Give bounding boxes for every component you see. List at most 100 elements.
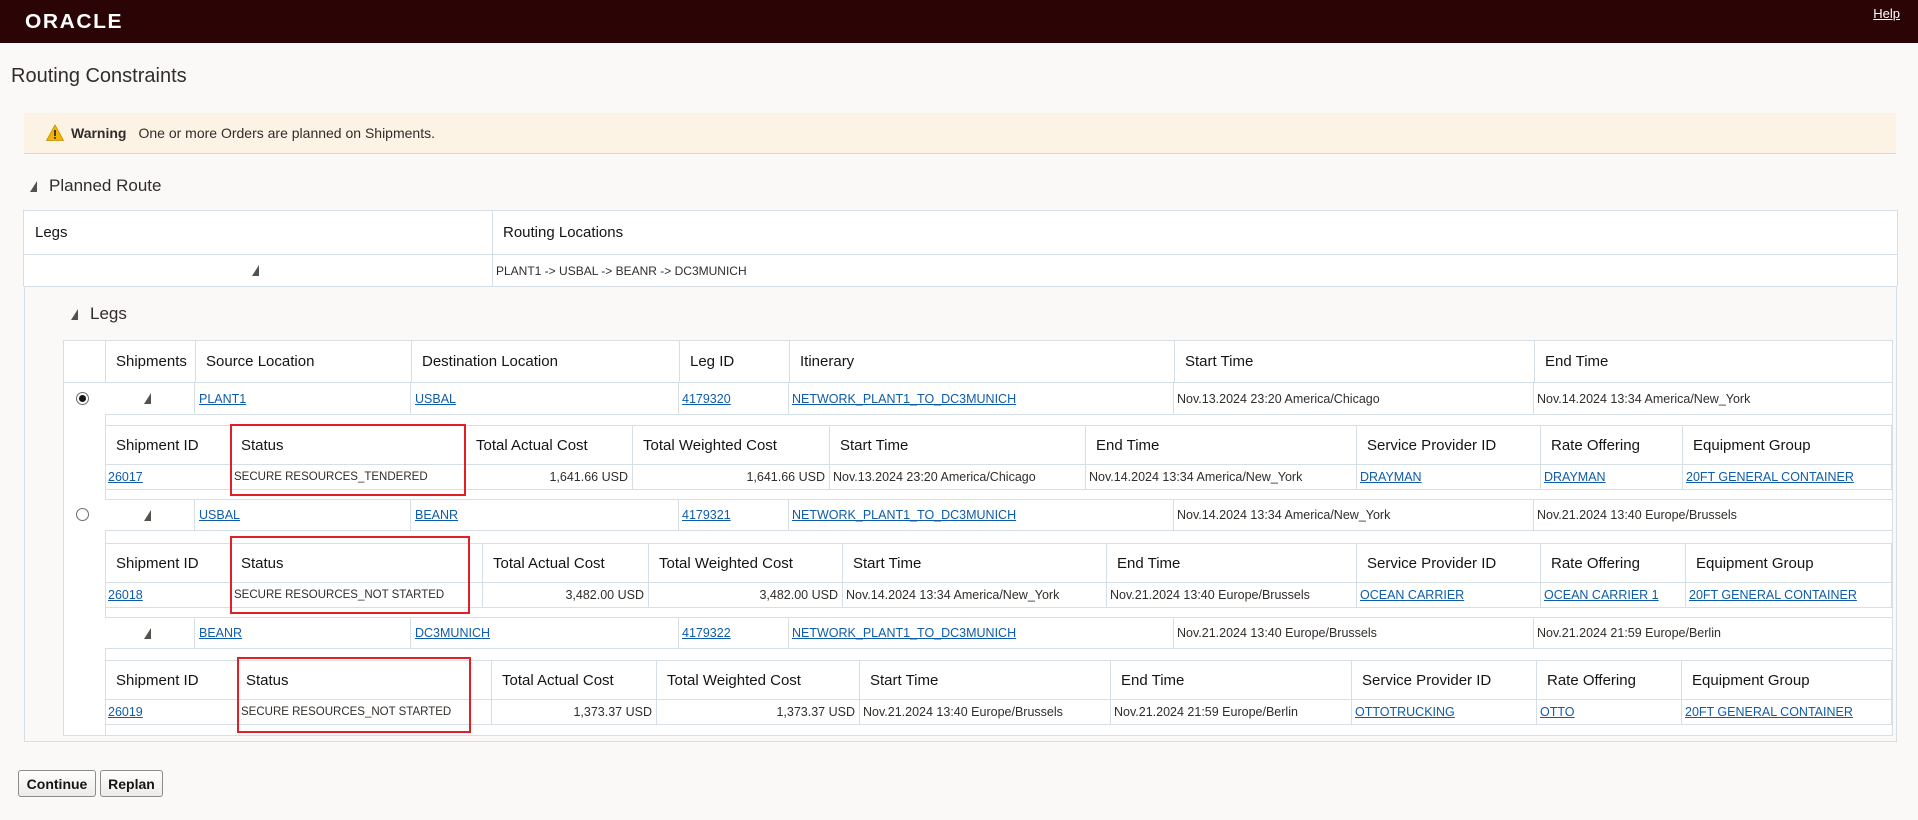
warning-label: Warning (71, 125, 127, 141)
leg-expand-icon[interactable] (144, 393, 151, 404)
warning-icon (46, 124, 64, 141)
shipment-table-header: Shipment ID Status Total Actual Cost Tot… (105, 425, 1892, 465)
col-service-provider-id: Service Provider ID (1357, 426, 1541, 464)
col-shipment-id: Shipment ID (106, 544, 231, 582)
app-header: ORACLE Help (0, 0, 1918, 43)
total-weighted-cost: 3,482.00 USD (649, 583, 843, 607)
warning-banner: Warning One or more Orders are planned o… (24, 113, 1896, 154)
itinerary-link[interactable]: NETWORK_PLANT1_TO_DC3MUNICH (792, 508, 1016, 522)
legs-toggle-icon[interactable] (71, 309, 78, 320)
leg-expand-icon[interactable] (144, 510, 151, 521)
col-leg-id: Leg ID (680, 341, 790, 382)
page-title: Routing Constraints (11, 65, 187, 87)
shipment-status: SECURE RESOURCES_NOT STARTED (231, 583, 483, 607)
routing-locations-value: PLANT1 -> USBAL -> BEANR -> DC3MUNICH (496, 264, 747, 278)
shipment-status: SECURE RESOURCES_NOT STARTED (238, 700, 492, 724)
col-rate-offering: Rate Offering (1541, 426, 1683, 464)
leg-end-time: Nov.21.2024 21:59 Europe/Berlin (1537, 626, 1721, 640)
itinerary-link[interactable]: NETWORK_PLANT1_TO_DC3MUNICH (792, 626, 1016, 640)
col-end-time: End Time (1545, 353, 1609, 370)
col-status: Status (231, 544, 483, 582)
col-service-provider-id: Service Provider ID (1357, 544, 1541, 582)
shipment-status: SECURE RESOURCES_TENDERED (231, 465, 466, 489)
planned-route-toggle-icon[interactable] (30, 181, 37, 192)
shipment-table-header: Shipment ID Status Total Actual Cost Tot… (105, 543, 1892, 583)
rate-offering-link[interactable]: OCEAN CARRIER 1 (1544, 588, 1659, 602)
shipment-id-link[interactable]: 26019 (108, 705, 143, 719)
col-start-time: Start Time (1175, 341, 1535, 382)
source-location-link[interactable]: USBAL (199, 508, 240, 522)
route-row-expand-icon[interactable] (252, 265, 259, 276)
shipment-table-header: Shipment ID Status Total Actual Cost Tot… (105, 660, 1892, 700)
total-actual-cost: 1,641.66 USD (466, 465, 633, 489)
leg-row[interactable]: USBAL BEANR 4179321 NETWORK_PLANT1_TO_DC… (105, 499, 1893, 531)
shipment-row: 26017 SECURE RESOURCES_TENDERED 1,641.66… (105, 465, 1892, 490)
col-equipment-group: Equipment Group (1696, 554, 1814, 572)
col-source-location: Source Location (196, 341, 412, 382)
route-row: PLANT1 -> USBAL -> BEANR -> DC3MUNICH (24, 254, 1897, 287)
col-total-weighted-cost: Total Weighted Cost (649, 544, 843, 582)
col-total-actual-cost: Total Actual Cost (483, 544, 649, 582)
source-location-link[interactable]: BEANR (199, 626, 242, 640)
leg-start-time: Nov.21.2024 13:40 Europe/Brussels (1174, 618, 1534, 648)
service-provider-link[interactable]: DRAYMAN (1360, 470, 1422, 484)
destination-location-link[interactable]: BEANR (415, 508, 458, 522)
total-weighted-cost: 1,641.66 USD (633, 465, 830, 489)
col-rate-offering: Rate Offering (1537, 661, 1682, 699)
col-end-time: End Time (1107, 544, 1357, 582)
col-start-time: Start Time (830, 426, 1086, 464)
col-shipment-id: Shipment ID (106, 661, 238, 699)
destination-location-link[interactable]: USBAL (415, 392, 456, 406)
destination-location-link[interactable]: DC3MUNICH (415, 626, 490, 640)
service-provider-link[interactable]: OTTOTRUCKING (1355, 705, 1455, 719)
planned-route-title: Planned Route (49, 176, 162, 195)
rate-offering-link[interactable]: OTTO (1540, 705, 1575, 719)
shipment-id-link[interactable]: 26018 (108, 588, 143, 602)
col-total-actual-cost: Total Actual Cost (466, 426, 633, 464)
col-destination-location: Destination Location (412, 341, 680, 382)
col-start-time: Start Time (860, 661, 1111, 699)
warning-text: One or more Orders are planned on Shipme… (138, 125, 435, 141)
col-start-time: Start Time (843, 544, 1107, 582)
shipment-start-time: Nov.21.2024 13:40 Europe/Brussels (860, 700, 1111, 724)
col-legs: Legs (24, 211, 493, 254)
legs-title: Legs (90, 304, 127, 323)
leg-id-link[interactable]: 4179321 (682, 508, 731, 522)
col-shipments: Shipments (106, 341, 196, 382)
col-total-actual-cost: Total Actual Cost (492, 661, 657, 699)
total-weighted-cost: 1,373.37 USD (657, 700, 860, 724)
col-equipment-group: Equipment Group (1693, 436, 1811, 454)
leg-select-radio[interactable] (76, 392, 89, 405)
leg-row[interactable]: PLANT1 USBAL 4179320 NETWORK_PLANT1_TO_D… (105, 383, 1893, 415)
itinerary-link[interactable]: NETWORK_PLANT1_TO_DC3MUNICH (792, 392, 1016, 406)
shipment-end-time: Nov.14.2024 13:34 America/New_York (1086, 465, 1357, 489)
col-status: Status (238, 661, 492, 699)
source-location-link[interactable]: PLANT1 (199, 392, 246, 406)
col-routing-locations: Routing Locations (503, 224, 624, 241)
shipment-end-time: Nov.21.2024 13:40 Europe/Brussels (1107, 583, 1357, 607)
col-total-weighted-cost: Total Weighted Cost (633, 426, 830, 464)
equipment-group-link[interactable]: 20FT GENERAL CONTAINER (1689, 588, 1857, 602)
shipment-id-link[interactable]: 26017 (108, 470, 143, 484)
col-itinerary: Itinerary (790, 341, 1175, 382)
planned-route-table: Legs Routing Locations PLANT1 -> USBAL -… (23, 210, 1898, 287)
equipment-group-link[interactable]: 20FT GENERAL CONTAINER (1685, 705, 1853, 719)
leg-expand-icon[interactable] (144, 628, 151, 639)
leg-id-link[interactable]: 4179322 (682, 626, 731, 640)
leg-row[interactable]: BEANR DC3MUNICH 4179322 NETWORK_PLANT1_T… (105, 617, 1893, 649)
col-end-time: End Time (1111, 661, 1352, 699)
service-provider-link[interactable]: OCEAN CARRIER (1360, 588, 1464, 602)
continue-button[interactable]: Continue (18, 770, 96, 797)
leg-select-radio[interactable] (76, 508, 89, 521)
shipment-start-time: Nov.14.2024 13:34 America/New_York (843, 583, 1107, 607)
leg-start-time: Nov.14.2024 13:34 America/New_York (1174, 500, 1534, 530)
shipment-row: 26018 SECURE RESOURCES_NOT STARTED 3,482… (105, 583, 1892, 608)
legs-table-header: Shipments Source Location Destination Lo… (63, 340, 1893, 383)
equipment-group-link[interactable]: 20FT GENERAL CONTAINER (1686, 470, 1854, 484)
total-actual-cost: 3,482.00 USD (483, 583, 649, 607)
rate-offering-link[interactable]: DRAYMAN (1544, 470, 1606, 484)
leg-id-link[interactable]: 4179320 (682, 392, 731, 406)
replan-button[interactable]: Replan (100, 770, 163, 797)
help-link[interactable]: Help (1873, 6, 1900, 21)
leg-end-time: Nov.14.2024 13:34 America/New_York (1537, 391, 1751, 406)
